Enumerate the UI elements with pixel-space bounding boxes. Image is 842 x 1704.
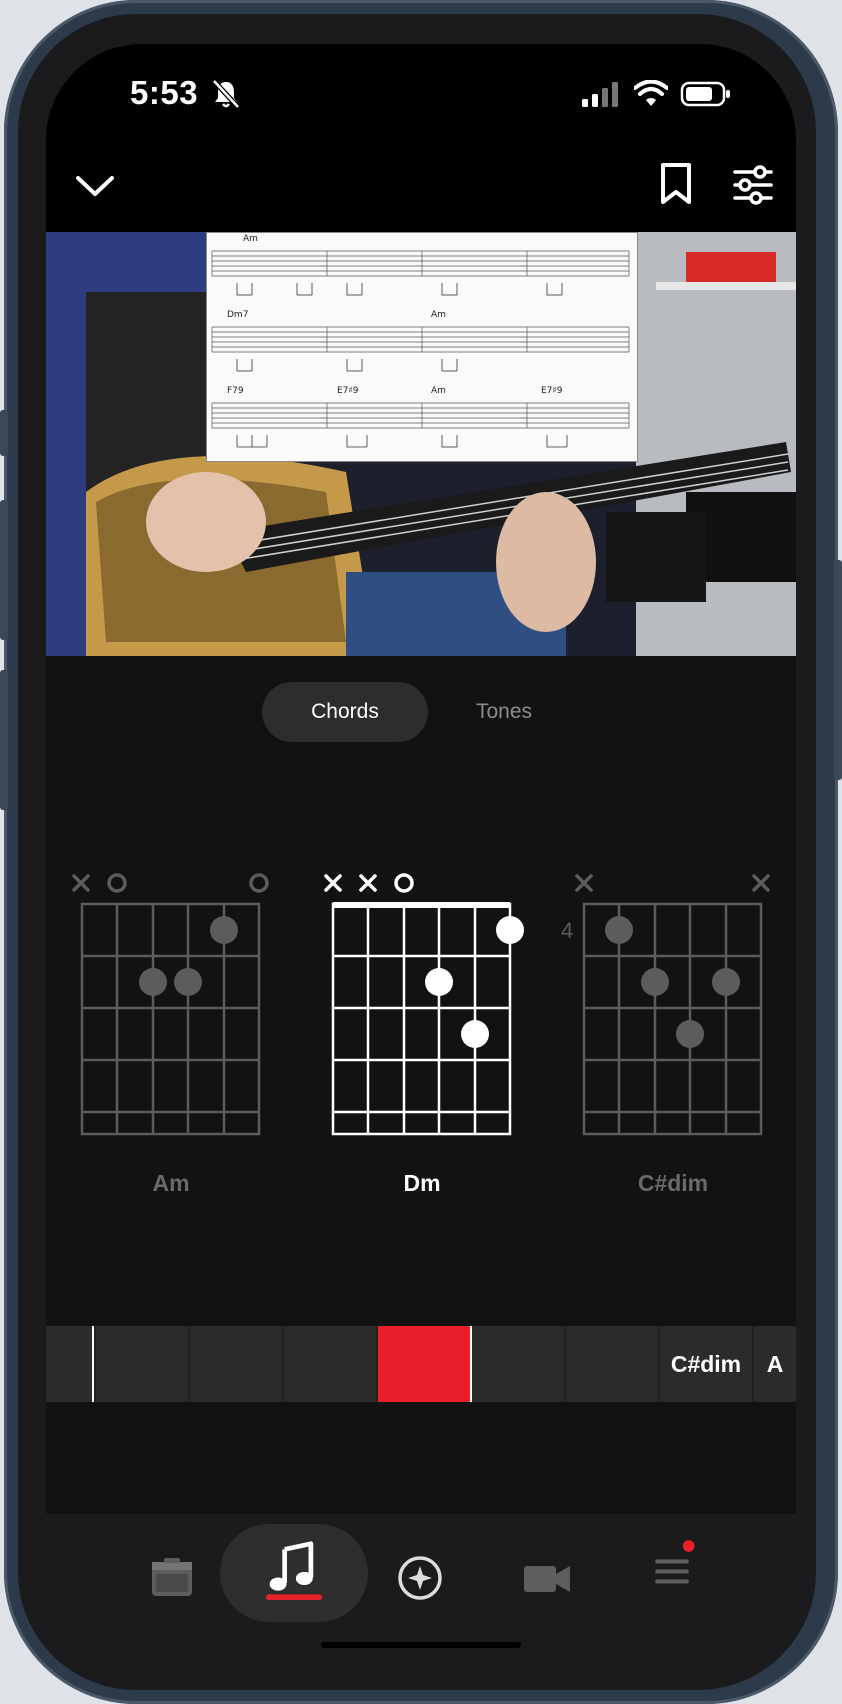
settings-sliders-icon[interactable] xyxy=(732,164,774,206)
timeline-cell-current[interactable] xyxy=(378,1326,470,1402)
chord-diagrams: 4 xyxy=(72,873,770,1136)
playhead-marker xyxy=(92,1326,94,1402)
tab-chord-label: Am xyxy=(431,310,446,320)
amp-icon[interactable] xyxy=(142,1548,202,1608)
timeline-cell[interactable] xyxy=(190,1326,282,1402)
notch xyxy=(366,44,506,62)
signal-icon xyxy=(582,82,618,107)
chord-name-dm: Dm xyxy=(403,1170,441,1196)
bottom-tab-bar xyxy=(46,1514,796,1660)
bell-muted-icon xyxy=(212,79,240,109)
timeline-cell-label[interactable]: C#dim xyxy=(660,1326,752,1402)
side-button xyxy=(0,500,8,640)
chord-timeline[interactable]: C#dim A xyxy=(46,1326,796,1402)
chord-diagram-dm[interactable] xyxy=(324,873,524,1136)
status-time: 5:53 xyxy=(130,74,199,111)
tab-chord-label: E7♯9 xyxy=(541,386,563,396)
timeline-cell[interactable] xyxy=(96,1326,188,1402)
tab-notation: Am Dm7 Am F79 E7♯9 Am E7♯9 xyxy=(211,234,630,448)
status-bar: 5:53 xyxy=(46,44,796,234)
side-button xyxy=(0,670,8,810)
chord-diagram-csharpdim[interactable]: 4 xyxy=(561,874,770,1136)
timeline-cell[interactable] xyxy=(472,1326,564,1402)
timeline-cell[interactable] xyxy=(46,1326,92,1402)
tab-chord-label: Am xyxy=(431,386,446,396)
tab-chord-label: E7♯9 xyxy=(337,386,359,396)
compass-icon[interactable] xyxy=(390,1548,450,1608)
app-screen: 5:53 Am Dm7 Am F79 E7♯9 Am E7♯9 Chords T… xyxy=(46,44,796,1660)
fret-position-label: 4 xyxy=(561,918,573,943)
timeline-cell[interactable] xyxy=(566,1326,658,1402)
home-indicator xyxy=(321,1642,521,1648)
tab-tones[interactable]: Tones xyxy=(428,682,580,742)
chevron-down-icon[interactable] xyxy=(74,164,116,206)
side-button xyxy=(0,410,8,456)
chord-diagram-am[interactable] xyxy=(72,873,269,1136)
tab-chord-label: Dm7 xyxy=(227,310,248,320)
wifi-icon xyxy=(634,80,668,106)
timeline-cell[interactable] xyxy=(284,1326,376,1402)
lesson-video[interactable]: Am Dm7 Am F79 E7♯9 Am E7♯9 xyxy=(46,232,796,656)
menu-icon[interactable] xyxy=(642,1536,702,1596)
side-button xyxy=(834,560,842,780)
tab-sheet: Am Dm7 Am F79 E7♯9 Am E7♯9 xyxy=(206,232,638,462)
notification-dot xyxy=(682,1540,695,1552)
chord-name-am: Am xyxy=(152,1170,190,1196)
bookmark-icon[interactable] xyxy=(658,162,694,206)
chord-name-csharpdim: C#dim xyxy=(637,1170,709,1196)
battery-icon xyxy=(680,81,730,107)
view-switcher: Chords Tones xyxy=(262,682,580,742)
timeline-cell-label[interactable]: A xyxy=(754,1326,796,1402)
tab-chords[interactable]: Chords xyxy=(262,682,428,742)
music-note-icon[interactable] xyxy=(264,1540,324,1600)
tab-chord-label: Am xyxy=(243,234,258,244)
video-camera-icon[interactable] xyxy=(516,1548,576,1608)
tab-chord-label: F79 xyxy=(227,386,244,396)
